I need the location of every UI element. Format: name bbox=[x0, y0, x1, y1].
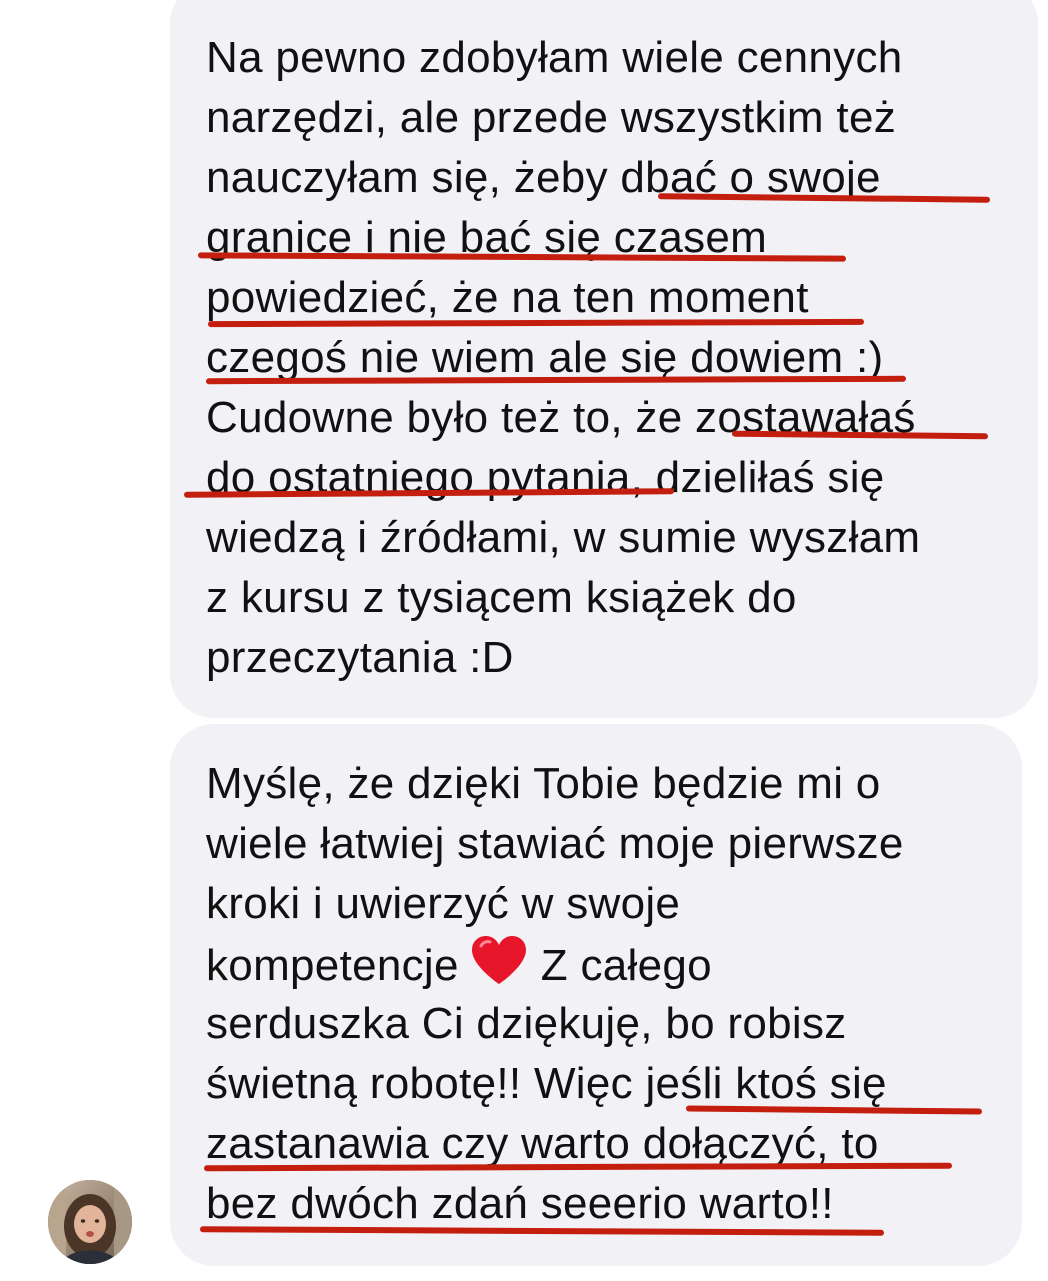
message-line: z kursu z tysiącem książek do bbox=[206, 573, 797, 622]
message-line: przeczytania :D bbox=[206, 633, 514, 682]
message-line: kroki i uwierzyć w swoje bbox=[206, 879, 681, 928]
message-text: kompetencje bbox=[206, 941, 459, 990]
message-text: Z całego bbox=[540, 941, 712, 990]
red-heart-icon bbox=[471, 936, 526, 984]
message-line: do ostatniego pytania, dzieliłaś się bbox=[206, 453, 885, 502]
message-line: serduszka Ci dziękuję, bo robisz bbox=[206, 999, 847, 1048]
message-line: wiele łatwiej stawiać moje pierwsze bbox=[206, 819, 904, 868]
message-line: wiedzą i źródłami, w sumie wyszłam bbox=[206, 513, 921, 562]
message-line-with-emoji: kompetencje Z całego bbox=[206, 934, 712, 996]
message-line: Myślę, że dzięki Tobie będzie mi o bbox=[206, 759, 881, 808]
message-line: świetną robotę!! Więc jeśli ktoś się bbox=[206, 1059, 887, 1108]
avatar-image bbox=[48, 1180, 132, 1264]
sender-avatar[interactable] bbox=[48, 1180, 132, 1264]
message-line: bez dwóch zdań seeerio warto!! bbox=[206, 1179, 834, 1228]
message-line: narzędzi, ale przede wszystkim też bbox=[206, 93, 897, 142]
chat-screen: Na pewno zdobyłam wiele cennych narzędzi… bbox=[0, 0, 1048, 1281]
message-line: Na pewno zdobyłam wiele cennych bbox=[206, 33, 903, 82]
message-line: Cudowne było też to, że zostawałaś bbox=[206, 393, 916, 442]
